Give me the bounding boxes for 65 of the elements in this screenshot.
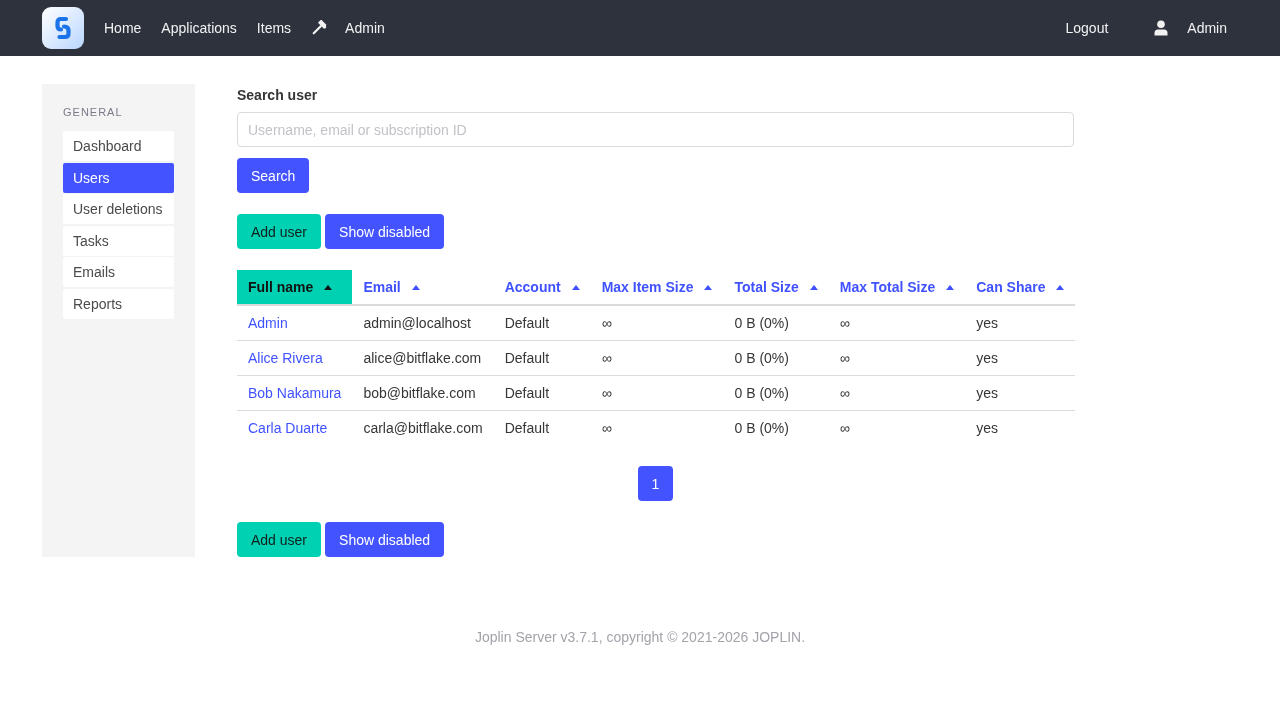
table-cell: ∞ (828, 375, 966, 410)
table-cell: carla@bitflake.com (352, 410, 494, 445)
nav-link[interactable]: Items (246, 0, 302, 56)
table-cell: 0 B (0%) (723, 340, 829, 375)
search-button[interactable]: Search (237, 158, 310, 193)
table-cell: admin@localhost (352, 305, 494, 340)
user-link[interactable]: Admin (1143, 0, 1237, 56)
column-header[interactable]: Full name (237, 270, 353, 305)
nav-link[interactable]: Home (94, 0, 152, 56)
table-cell: alice@bitflake.com (352, 340, 494, 375)
table-cell: 0 B (0%) (723, 410, 829, 445)
table-cell: ∞ (590, 410, 724, 445)
sort-arrow-icon (946, 285, 955, 290)
table-cell: Default (493, 410, 591, 445)
column-header[interactable]: Max Item Size (590, 270, 724, 305)
sort-arrow-icon (411, 285, 420, 290)
sidebar-item[interactable]: Dashboard (63, 131, 174, 161)
table-cell: yes (965, 375, 1076, 410)
column-header[interactable]: Max Total Size (828, 270, 966, 305)
column-header[interactable]: Email (352, 270, 494, 305)
sort-arrow-icon (704, 285, 713, 290)
sidebar-item[interactable]: Reports (63, 288, 174, 319)
table-cell: ∞ (828, 305, 966, 340)
table-cell: yes (965, 305, 1076, 340)
sort-arrow-icon (571, 285, 580, 290)
table-cell: ∞ (828, 410, 966, 445)
table-cell: bob@bitflake.com (352, 375, 494, 410)
table-cell: ∞ (590, 340, 724, 375)
table-cell: Default (493, 305, 591, 340)
table-cell: Default (493, 340, 591, 375)
table-cell: 0 B (0%) (723, 305, 829, 340)
nav-link[interactable]: Admin (301, 0, 395, 56)
user-name-link[interactable]: Admin (248, 314, 288, 331)
user-name-link[interactable]: Alice Rivera (248, 349, 323, 366)
search-label: Search user (237, 86, 318, 105)
column-header[interactable]: Can Share (965, 270, 1076, 305)
user-name-link[interactable]: Carla Duarte (248, 419, 328, 436)
footer-text: Joplin Server v3.7.1, copyright © 2021-2026 JOPLIN. (474, 628, 806, 646)
table-cell: yes (965, 410, 1076, 445)
hammer-icon (311, 20, 328, 36)
sidebar-item[interactable]: Emails (63, 257, 174, 288)
table-cell: ∞ (828, 340, 966, 375)
sidebar-item[interactable]: Users (63, 162, 174, 193)
table-cell: ∞ (590, 375, 724, 410)
sidebar-item[interactable]: Tasks (63, 225, 174, 256)
table-cell: 0 B (0%) (723, 375, 829, 410)
sidebar-section-title: GENERAL (63, 105, 123, 119)
table-cell: ∞ (590, 305, 724, 340)
search-field[interactable]: Username, email or subscription ID (237, 112, 1074, 147)
table-cell: yes (965, 340, 1076, 375)
logout-link[interactable]: Logout (1055, 0, 1119, 56)
sort-arrow-icon (324, 285, 333, 290)
user-name-link[interactable]: Bob Nakamura (248, 384, 342, 401)
table-cell: Default (493, 375, 591, 410)
logo-icon[interactable] (42, 7, 84, 49)
user-icon (1153, 20, 1170, 36)
add-user-button[interactable]: Add user (237, 522, 322, 557)
sidebar-item[interactable]: User deletions (63, 194, 174, 225)
page-button[interactable]: 1 (638, 466, 673, 501)
column-header[interactable]: Total Size (723, 270, 829, 305)
add-user-button[interactable]: Add user (237, 214, 322, 249)
nav-link[interactable]: Applications (151, 0, 247, 56)
sort-arrow-icon (1056, 285, 1065, 290)
column-header[interactable]: Account (493, 270, 591, 305)
sort-arrow-icon (809, 285, 818, 290)
